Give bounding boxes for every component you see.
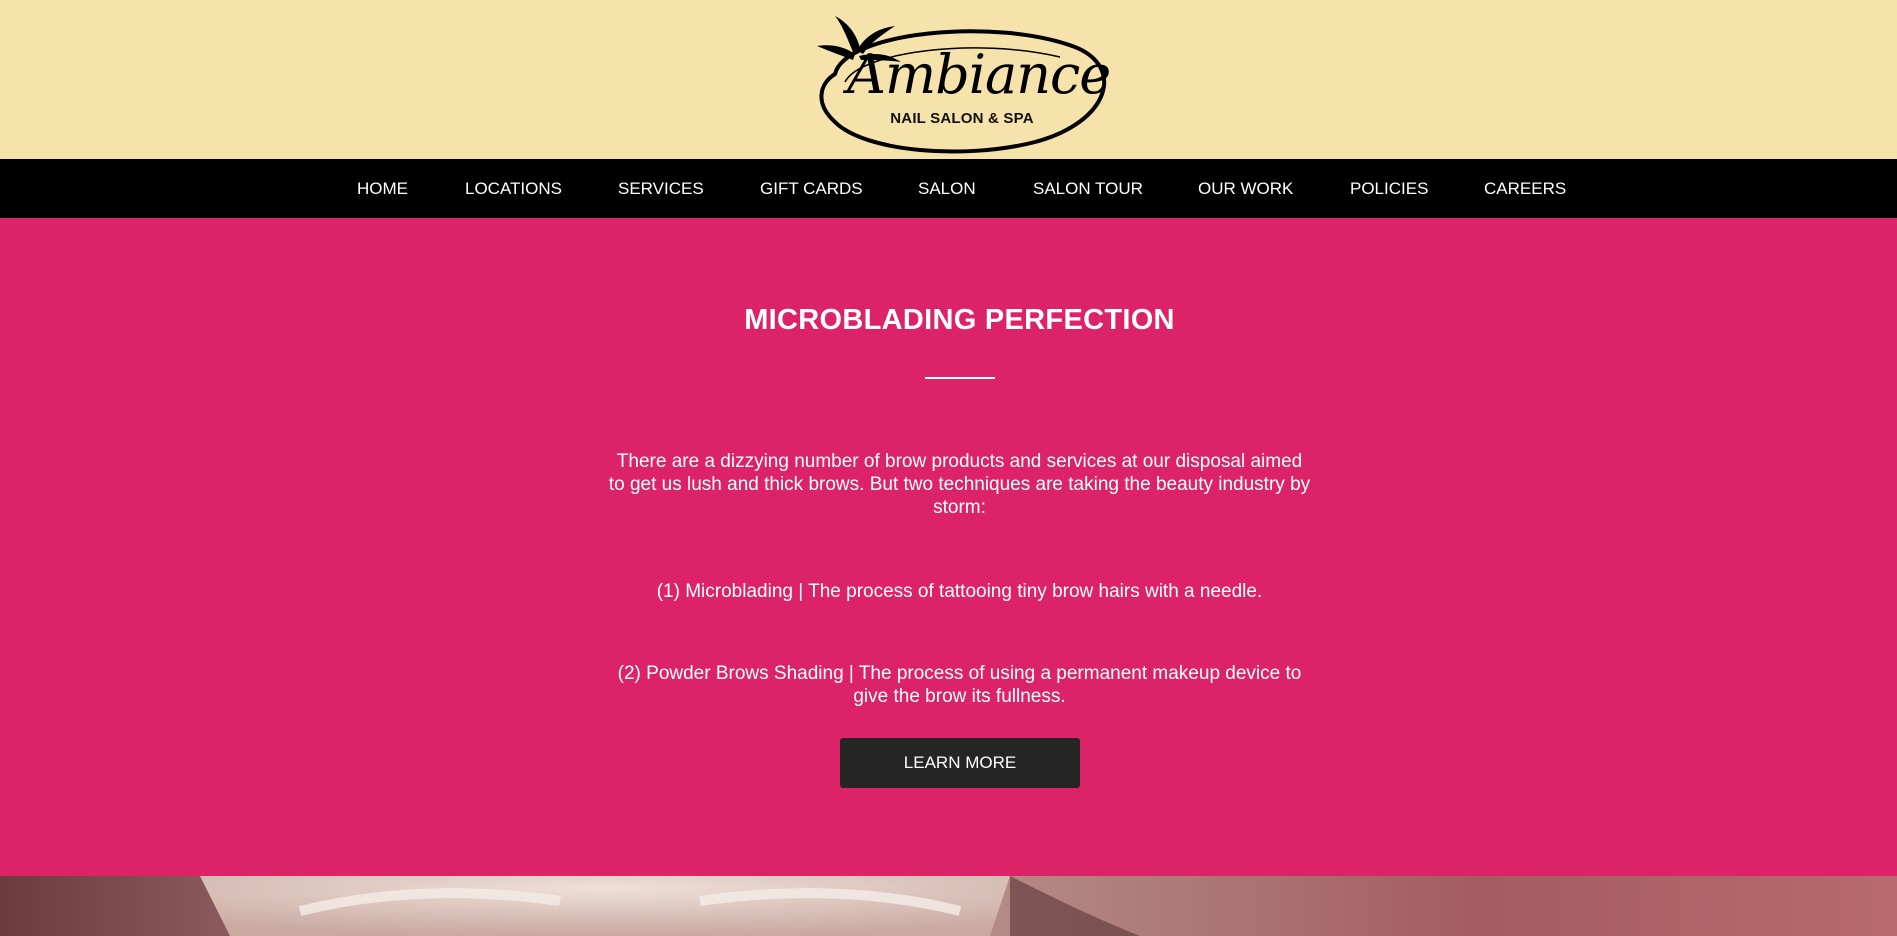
logo-wordmark: Ambiance	[847, 43, 1111, 106]
nav-item-salon[interactable]: SALON	[918, 179, 976, 199]
nav-item-salon-tour[interactable]: SALON TOUR	[1033, 179, 1143, 199]
learn-more-button[interactable]: LEARN MORE	[840, 738, 1080, 788]
site-header: Ambiance NAIL SALON & SPA	[0, 0, 1897, 159]
title-divider	[925, 377, 995, 379]
nav-item-gift-cards[interactable]: GIFT CARDS	[760, 179, 863, 199]
nav-item-locations[interactable]: LOCATIONS	[465, 179, 562, 199]
nav-item-policies[interactable]: POLICIES	[1350, 179, 1428, 199]
technique-microblading: (1) Microblading | The process of tattoo…	[656, 581, 1263, 602]
nav-list: HOME LOCATIONS SERVICES GIFT CARDS SALON…	[0, 159, 1897, 218]
logo-tagline: NAIL SALON & SPA	[890, 110, 1034, 127]
nav-item-services[interactable]: SERVICES	[618, 179, 704, 199]
nav-item-home[interactable]: HOME	[357, 179, 408, 199]
face-photo-graphic	[0, 876, 1897, 936]
main-navigation: HOME LOCATIONS SERVICES GIFT CARDS SALON…	[0, 159, 1897, 218]
nav-item-careers[interactable]: CAREERS	[1484, 179, 1566, 199]
brand-logo[interactable]: Ambiance NAIL SALON & SPA	[805, 12, 1111, 154]
hero-photo	[0, 876, 1897, 936]
microblading-section: MICROBLADING PERFECTION There are a dizz…	[0, 218, 1897, 876]
technique-powder-brows: (2) Powder Brows Shading | The process o…	[617, 663, 1302, 707]
nav-item-our-work[interactable]: OUR WORK	[1198, 179, 1293, 199]
section-title: MICROBLADING PERFECTION	[744, 304, 1175, 336]
intro-paragraph: There are a dizzying number of brow prod…	[608, 451, 1311, 518]
